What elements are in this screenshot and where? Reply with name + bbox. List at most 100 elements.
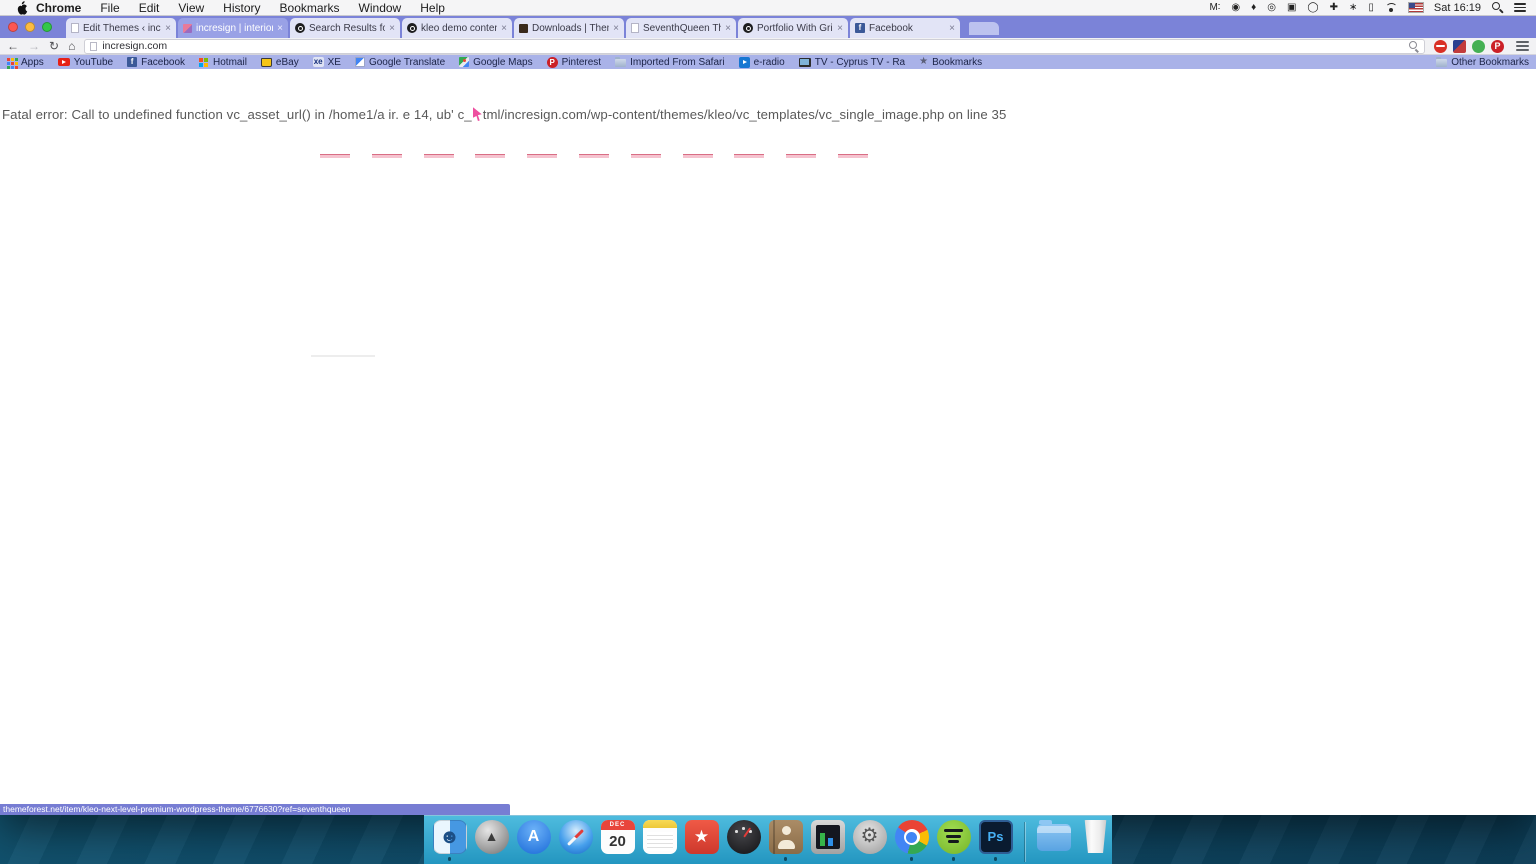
back-icon[interactable]: ← — [7, 39, 19, 54]
tab-edit-themes[interactable]: Edit Themes ‹ incresign — × — [66, 18, 176, 38]
window-controls — [8, 22, 52, 32]
bluetooth-icon[interactable]: ∗ — [1349, 0, 1357, 16]
tab-search-results[interactable]: Search Results for 'demo c × — [290, 18, 400, 38]
bookmark-google-maps[interactable]: Google Maps — [459, 57, 532, 68]
dock-chrome[interactable] — [894, 820, 929, 861]
menu-edit[interactable]: Edit — [139, 0, 160, 16]
bookmark-google-translate[interactable]: Google Translate — [355, 57, 445, 68]
menu-bookmarks[interactable]: Bookmarks — [280, 0, 340, 16]
pinterest-extension-icon[interactable]: P — [1491, 40, 1504, 53]
dock-notes[interactable] — [642, 820, 677, 861]
menu-link-underline[interactable] — [320, 154, 350, 158]
menu-link-underline[interactable] — [579, 154, 609, 158]
zoom-indicator-icon[interactable] — [1409, 41, 1419, 51]
tab-kleo-demo-content[interactable]: kleo demo content not inst × — [402, 18, 512, 38]
menu-help[interactable]: Help — [420, 0, 445, 16]
address-bar[interactable]: incresign.com — [84, 39, 1425, 54]
tab-facebook[interactable]: f Facebook × — [850, 18, 960, 38]
bookmark-bookmarks[interactable]: ★ Bookmarks — [919, 56, 982, 68]
swirl-app-icon[interactable]: ◉ — [1231, 0, 1240, 16]
bookmark-ebay[interactable]: eBay — [261, 57, 299, 68]
other-bookmarks[interactable]: Other Bookmarks — [1436, 57, 1529, 68]
bookmark-apps[interactable]: Apps — [7, 57, 44, 68]
menu-link-underline[interactable] — [372, 154, 402, 158]
dock-display-stats[interactable] — [810, 820, 845, 861]
menu-view[interactable]: View — [178, 0, 204, 16]
themeforest-favicon — [295, 23, 305, 33]
circle-o-app-icon[interactable]: ◯ — [1307, 0, 1318, 16]
dock-finder[interactable]: ☻ — [432, 820, 467, 861]
tab-portfolio-grid[interactable]: Portfolio With Grid Images × — [738, 18, 848, 38]
sync-app-icon[interactable]: ✚ — [1330, 0, 1338, 16]
dock-spotify[interactable] — [936, 820, 971, 861]
menu-link-underline[interactable] — [527, 154, 557, 158]
flag-extension-icon[interactable] — [1453, 40, 1466, 53]
battery-icon[interactable]: ▯ — [1368, 0, 1374, 16]
tab-downloads-themeforest[interactable]: Downloads | ThemeForest × — [514, 18, 624, 38]
menu-link-underline[interactable] — [424, 154, 454, 158]
dock-trash[interactable] — [1078, 820, 1113, 860]
wifi-icon[interactable] — [1385, 3, 1398, 13]
dropbox-icon[interactable]: ▣ — [1287, 0, 1296, 16]
dock-system-preferences[interactable]: ⚙ — [852, 820, 887, 861]
bookmark-youtube[interactable]: YouTube — [58, 57, 113, 68]
menu-window[interactable]: Window — [359, 0, 402, 16]
menu-link-underline[interactable] — [631, 154, 661, 158]
dock-downloads-folder[interactable] — [1036, 820, 1071, 858]
tab-close-icon[interactable]: × — [277, 23, 283, 34]
menu-link-underline[interactable] — [786, 154, 816, 158]
dock-wunderlist[interactable]: ★ — [684, 820, 719, 861]
dock-contacts[interactable] — [768, 820, 803, 861]
menu-chrome[interactable]: Chrome — [36, 0, 81, 16]
new-tab-button[interactable] — [969, 22, 999, 35]
dock-dashboard[interactable] — [726, 820, 761, 861]
dock-safari[interactable] — [558, 820, 593, 861]
folder-icon — [1436, 59, 1447, 67]
dock-calendar[interactable]: DEC 20 — [600, 820, 635, 861]
green-circle-extension-icon[interactable] — [1472, 40, 1485, 53]
tab-incresign-active[interactable]: incresign | interior creative × — [178, 18, 288, 38]
keyboard-layout-icon[interactable]: M∶ — [1209, 0, 1220, 16]
notification-center-icon[interactable] — [1514, 3, 1526, 12]
bookmark-imported-from-safari[interactable]: Imported From Safari — [615, 57, 724, 68]
tab-close-icon[interactable]: × — [725, 23, 731, 34]
forward-icon[interactable]: → — [28, 39, 40, 54]
tab-close-icon[interactable]: × — [501, 23, 507, 34]
apple-menu-icon[interactable] — [16, 1, 28, 15]
bookmark-facebook[interactable]: f Facebook — [127, 57, 185, 68]
tab-close-icon[interactable]: × — [389, 23, 395, 34]
bookmark-eradio[interactable]: e-radio — [739, 57, 785, 68]
reload-icon[interactable]: ↻ — [49, 39, 59, 54]
tab-seventhqueen[interactable]: SeventhQueen Themes De × — [626, 18, 736, 38]
menu-history[interactable]: History — [223, 0, 260, 16]
tab-close-icon[interactable]: × — [949, 23, 955, 34]
calendar-icon: DEC 20 — [601, 820, 635, 854]
bookmark-tv-cyprus[interactable]: TV - Cyprus TV - Ra — [799, 57, 905, 68]
menu-link-underline[interactable] — [475, 154, 505, 158]
close-window-button[interactable] — [8, 22, 18, 32]
shopping-bag-icon — [261, 58, 272, 67]
tab-close-icon[interactable]: × — [837, 23, 843, 34]
bookmark-pinterest[interactable]: P Pinterest — [547, 57, 601, 68]
dock-app-store[interactable]: A — [516, 820, 551, 861]
menu-file[interactable]: File — [100, 0, 119, 16]
home-icon[interactable]: ⌂ — [68, 39, 75, 54]
camera-lens-icon[interactable]: ◎ — [1267, 0, 1276, 16]
notification-bell-icon[interactable]: ♦ — [1251, 0, 1256, 16]
minimize-window-button[interactable] — [25, 22, 35, 32]
bookmark-xe[interactable]: xe XE — [313, 57, 341, 68]
zoom-window-button[interactable] — [42, 22, 52, 32]
tab-close-icon[interactable]: × — [165, 23, 171, 34]
spotlight-icon[interactable] — [1492, 2, 1503, 13]
menu-link-underline[interactable] — [734, 154, 764, 158]
dock-photoshop[interactable]: Ps — [978, 820, 1013, 861]
tab-close-icon[interactable]: × — [613, 23, 619, 34]
menu-link-underline[interactable] — [838, 154, 868, 158]
dock-launchpad[interactable]: ▲ — [474, 820, 509, 861]
menu-link-underline[interactable] — [683, 154, 713, 158]
adblock-extension-icon[interactable] — [1434, 40, 1447, 53]
input-source-flag-icon[interactable] — [1409, 3, 1423, 12]
menu-bar-clock[interactable]: Sat 16:19 — [1434, 2, 1481, 14]
bookmark-hotmail[interactable]: Hotmail — [199, 57, 247, 68]
chrome-menu-icon[interactable] — [1516, 41, 1529, 51]
